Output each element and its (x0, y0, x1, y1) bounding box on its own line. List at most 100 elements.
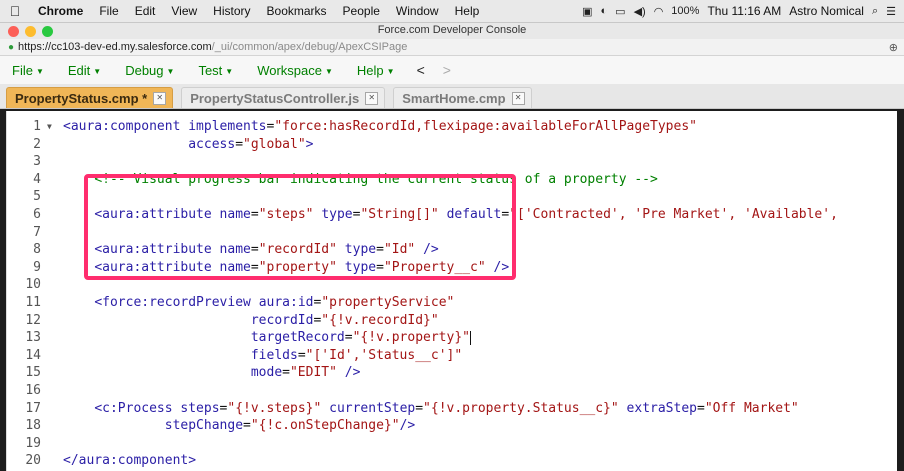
chevron-down-icon: ▼ (225, 66, 234, 76)
user-name[interactable]: Astro Nomical (789, 4, 864, 18)
code-line[interactable]: 20 </aura:component> (7, 452, 897, 470)
wifi-icon[interactable]: ◠ (654, 5, 664, 18)
address-bar[interactable]: ● https://cc103-dev-ed.my.salesforce.com… (0, 39, 904, 56)
code-line[interactable]: 18 stepChange="{!c.onStepChange}"/> (7, 417, 897, 435)
notification-center-icon[interactable]: ☰ (886, 5, 896, 18)
screen-record-icon[interactable]: ▣ (582, 5, 592, 18)
console-menu-test-label: Test (198, 62, 223, 78)
code-token: targetRecord (250, 330, 345, 346)
code-line[interactable]: 16 (7, 382, 897, 400)
bluetooth-icon[interactable]: ◐ (601, 5, 608, 17)
close-tab-icon[interactable]: ✕ (511, 91, 525, 105)
code-line[interactable]: 13 targetRecord="{!v.property}" (7, 329, 897, 347)
console-menu-test[interactable]: Test ▼ (198, 63, 245, 78)
code-text: access="global"> (63, 136, 313, 154)
line-number: 1 (33, 119, 41, 134)
code-text: fields="['Id','Status__c']" (63, 347, 462, 365)
console-menu-workspace-label: Workspace (257, 62, 322, 78)
console-menu-edit[interactable]: Edit ▼ (68, 63, 113, 78)
code-text: <c:Process steps = "{!v.steps}" currentSte… (63, 400, 798, 418)
code-token: "{!c.onStepChange}" (250, 418, 400, 434)
code-line[interactable]: 3 (7, 153, 897, 171)
console-menu-help[interactable]: Help ▼ (357, 63, 407, 78)
tab-propertystatus-cmp[interactable]: PropertyStatus.cmp * ✕ (6, 87, 174, 108)
code-line[interactable]: 1 ▼ <aura:component implements="force:hasR… (7, 118, 897, 136)
chevron-down-icon: ▼ (325, 66, 333, 76)
clock[interactable]: Thu 11:16 AM (707, 4, 781, 18)
airplay-icon[interactable]: ▭ (615, 5, 625, 18)
code-token: <force:recordPreview (94, 295, 259, 310)
apple-icon[interactable]:  (0, 3, 30, 19)
code-line[interactable]: 17 <c:Process steps = "{!v.steps}" current… (7, 400, 897, 418)
menu-bookmarks[interactable]: Bookmarks (259, 4, 335, 18)
code-token: <c:Process (94, 400, 181, 416)
search-icon[interactable]: ⌕ (872, 5, 878, 18)
line-number: 18 (25, 418, 41, 434)
fold-toggle-icon[interactable]: ▼ (47, 118, 52, 136)
menu-edit[interactable]: Edit (127, 4, 164, 18)
line-number: 9 (33, 259, 41, 275)
console-menu-file-label: File (12, 62, 33, 78)
menu-window[interactable]: Window (388, 4, 447, 18)
code-editor[interactable]: 1 ▼ <aura:component implements="force:hasR… (6, 111, 897, 471)
code-line[interactable]: 2 access="global"> (7, 136, 897, 154)
menu-help[interactable]: Help (447, 4, 488, 18)
code-token: access (188, 136, 236, 152)
menu-view[interactable]: View (163, 4, 205, 18)
back-button[interactable]: < (417, 62, 425, 78)
close-tab-icon[interactable]: ✕ (153, 91, 167, 105)
code-token: </aura:component> (63, 453, 197, 469)
line-number: 10 (25, 277, 41, 293)
code-line[interactable]: 14 fields="['Id','Status__c']" (7, 347, 897, 365)
line-number: 15 (25, 365, 41, 381)
battery-icon[interactable]: 100% (671, 5, 699, 17)
line-number: 2 (33, 136, 41, 152)
code-text: <force:recordPreview aura:id="propertySe… (63, 294, 454, 312)
menu-history[interactable]: History (205, 4, 258, 18)
code-line[interactable]: 19 (7, 435, 897, 453)
forward-button[interactable]: > (443, 62, 451, 78)
chevron-down-icon: ▼ (386, 66, 395, 76)
tab-label: PropertyStatus.cmp * (15, 90, 148, 106)
code-text: recordId="{!v.recordId}" (63, 312, 439, 330)
console-menu-bar: File ▼ Edit ▼ Debug ▼ Test ▼ Workspace ▼ Help… (0, 56, 904, 84)
code-token: "{!v.steps}" (227, 400, 322, 416)
line-number: 14 (25, 347, 41, 363)
code-token: = (243, 418, 251, 434)
code-token: aura:id (258, 295, 314, 310)
url-host[interactable]: https://cc103-dev-ed.my.salesforce.com (18, 41, 212, 53)
menu-file[interactable]: File (91, 4, 126, 18)
close-tab-icon[interactable]: ✕ (365, 91, 379, 105)
code-token: = (697, 400, 705, 416)
volume-icon[interactable]: ◀) (634, 5, 646, 18)
line-number: 19 (25, 435, 41, 451)
menu-app-name[interactable]: Chrome (30, 4, 91, 18)
code-line[interactable]: 11 <force:recordPreview aura:id="propert… (7, 294, 897, 312)
macos-menu-bar:  Chrome File Edit View History Bookmark… (0, 0, 904, 23)
code-token: fields (250, 347, 298, 363)
window-title-bar: Force.com Developer Console (0, 23, 904, 39)
line-number: 4 (33, 171, 41, 187)
url-path[interactable]: /_ui/common/apex/debug/ApexCSIPage (212, 41, 408, 53)
console-menu-file[interactable]: File ▼ (12, 63, 56, 78)
console-menu-debug[interactable]: Debug ▼ (125, 63, 186, 78)
code-line[interactable]: 15 mode="EDIT" /> (7, 364, 897, 382)
tab-propertystatuscontroller-js[interactable]: PropertyStatusController.js ✕ (181, 87, 386, 108)
console-menu-workspace[interactable]: Workspace ▼ (257, 63, 345, 78)
code-line[interactable]: 12 recordId="{!v.recordId}" (7, 312, 897, 330)
zoom-icon[interactable]: ⊕ (889, 41, 898, 54)
code-token: extraStep (626, 400, 697, 416)
code-token: implements (188, 119, 267, 134)
menu-people[interactable]: People (335, 4, 388, 18)
code-token: currentStep (329, 400, 416, 416)
highlight-box (84, 174, 516, 280)
code-token: "{!v.property}" (352, 330, 470, 346)
code-token: "['Contracted', 'Pre Market', 'Available… (509, 207, 838, 222)
tab-smarthome-cmp[interactable]: SmartHome.cmp ✕ (393, 87, 532, 108)
